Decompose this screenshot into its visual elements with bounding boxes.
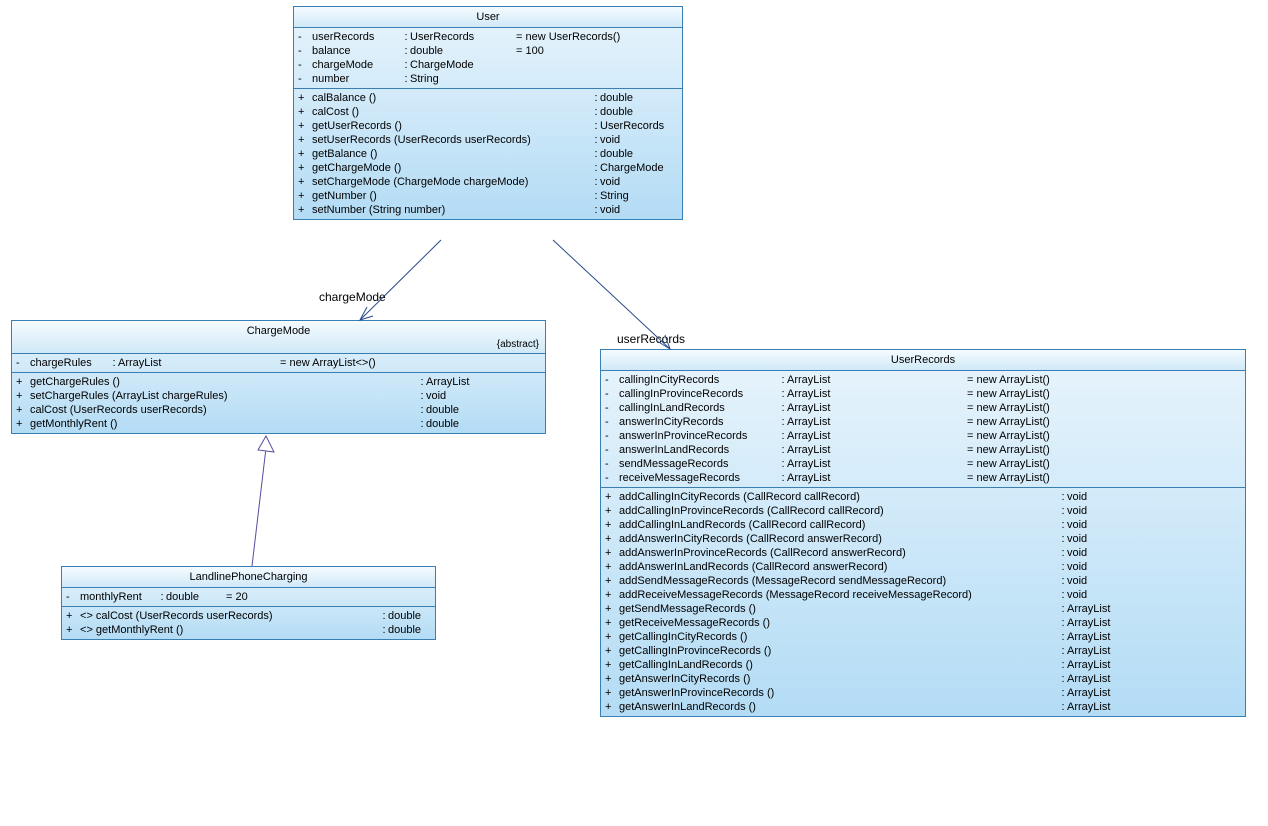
method-row: +getMonthlyRent ():double [16, 417, 541, 431]
method-row: +getBalance ():double [298, 147, 678, 161]
attr-row: -receiveMessageRecords:ArrayList= new Ar… [605, 471, 1241, 485]
method-row: +setChargeRules (ArrayList chargeRules):… [16, 389, 541, 403]
attr-row: -monthlyRent:double= 20 [66, 590, 431, 604]
class-title: UserRecords [601, 350, 1245, 371]
method-row: +getNumber ():String [298, 189, 678, 203]
method-row: +addAnswerInProvinceRecords (CallRecord … [605, 546, 1241, 560]
method-row: +addAnswerInLandRecords (CallRecord answ… [605, 560, 1241, 574]
method-row: +setNumber (String number):void [298, 203, 678, 217]
attr-row: -chargeMode:ChargeMode [298, 58, 678, 72]
edge-user-chargemode [360, 240, 441, 320]
method-row: +getCallingInProvinceRecords ():ArrayLis… [605, 644, 1241, 658]
edge-landline-chargemode [252, 448, 266, 566]
attr-section-landline: -monthlyRent:double= 20 [62, 588, 435, 607]
attr-section-userrecords: -callingInCityRecords:ArrayList= new Arr… [601, 371, 1245, 488]
attr-row: -balance:double= 100 [298, 44, 678, 58]
method-row: +getChargeMode ():ChargeMode [298, 161, 678, 175]
class-chargemode: ChargeMode {abstract} -chargeRules:Array… [11, 320, 546, 434]
attr-row: -userRecords:UserRecords= new UserRecord… [298, 30, 678, 44]
title-text: ChargeMode [247, 325, 311, 337]
method-section-landline: +<> calCost (UserRecords userRecords):do… [62, 607, 435, 639]
method-row: +getReceiveMessageRecords ():ArrayList [605, 616, 1241, 630]
method-row: +addReceiveMessageRecords (MessageRecord… [605, 588, 1241, 602]
method-row: +setChargeMode (ChargeMode chargeMode):v… [298, 175, 678, 189]
attr-section-user: -userRecords:UserRecords= new UserRecord… [294, 28, 682, 89]
class-title: ChargeMode {abstract} [12, 321, 545, 354]
attr-row: -sendMessageRecords:ArrayList= new Array… [605, 457, 1241, 471]
attr-section-chargemode: -chargeRules:ArrayList= new ArrayList<>(… [12, 354, 545, 373]
method-row: +getSendMessageRecords ():ArrayList [605, 602, 1241, 616]
method-section-chargemode: +getChargeRules ():ArrayList+setChargeRu… [12, 373, 545, 433]
attr-row: -answerInProvinceRecords:ArrayList= new … [605, 429, 1241, 443]
attr-row: -number:String [298, 72, 678, 86]
method-row: +getUserRecords ():UserRecords [298, 119, 678, 133]
attr-row: -chargeRules:ArrayList= new ArrayList<>(… [16, 356, 541, 370]
assoc-label-userrecords: userRecords [617, 332, 685, 346]
method-row: +getCallingInCityRecords ():ArrayList [605, 630, 1241, 644]
method-section-userrecords: +addCallingInCityRecords (CallRecord cal… [601, 488, 1245, 716]
class-userrecords: UserRecords -callingInCityRecords:ArrayL… [600, 349, 1246, 717]
method-row: +getAnswerInLandRecords ():ArrayList [605, 700, 1241, 714]
method-row: +getChargeRules ():ArrayList [16, 375, 541, 389]
attr-row: -callingInLandRecords:ArrayList= new Arr… [605, 401, 1241, 415]
attr-row: -callingInCityRecords:ArrayList= new Arr… [605, 373, 1241, 387]
method-row: +<> calCost (UserRecords userRecords):do… [66, 609, 431, 623]
assoc-label-chargemode: chargeMode [319, 290, 386, 304]
class-title: User [294, 7, 682, 28]
attr-row: -callingInProvinceRecords:ArrayList= new… [605, 387, 1241, 401]
method-row: +addCallingInProvinceRecords (CallRecord… [605, 504, 1241, 518]
title-text: UserRecords [891, 354, 955, 366]
method-row: +calCost (UserRecords userRecords):doubl… [16, 403, 541, 417]
class-user: User -userRecords:UserRecords= new UserR… [293, 6, 683, 220]
method-row: +addSendMessageRecords (MessageRecord se… [605, 574, 1241, 588]
class-landline: LandlinePhoneCharging -monthlyRent:doubl… [61, 566, 436, 640]
method-row: +addCallingInLandRecords (CallRecord cal… [605, 518, 1241, 532]
method-row: +getAnswerInCityRecords ():ArrayList [605, 672, 1241, 686]
title-text: User [476, 11, 499, 23]
title-text: LandlinePhoneCharging [189, 571, 307, 583]
method-row: +getCallingInLandRecords ():ArrayList [605, 658, 1241, 672]
method-row: +calCost ():double [298, 105, 678, 119]
method-row: +getAnswerInProvinceRecords ():ArrayList [605, 686, 1241, 700]
method-row: +setUserRecords (UserRecords userRecords… [298, 133, 678, 147]
arrowhead-chargemode [360, 307, 373, 320]
method-row: +calBalance ():double [298, 91, 678, 105]
method-section-user: +calBalance ():double+calCost ():double+… [294, 89, 682, 219]
method-row: +<> getMonthlyRent ():double [66, 623, 431, 637]
abstract-marker: {abstract} [497, 339, 539, 350]
method-row: +addCallingInCityRecords (CallRecord cal… [605, 490, 1241, 504]
arrowhead-generalization [258, 436, 274, 452]
attr-row: -answerInCityRecords:ArrayList= new Arra… [605, 415, 1241, 429]
attr-row: -answerInLandRecords:ArrayList= new Arra… [605, 443, 1241, 457]
class-title: LandlinePhoneCharging [62, 567, 435, 588]
method-row: +addAnswerInCityRecords (CallRecord answ… [605, 532, 1241, 546]
